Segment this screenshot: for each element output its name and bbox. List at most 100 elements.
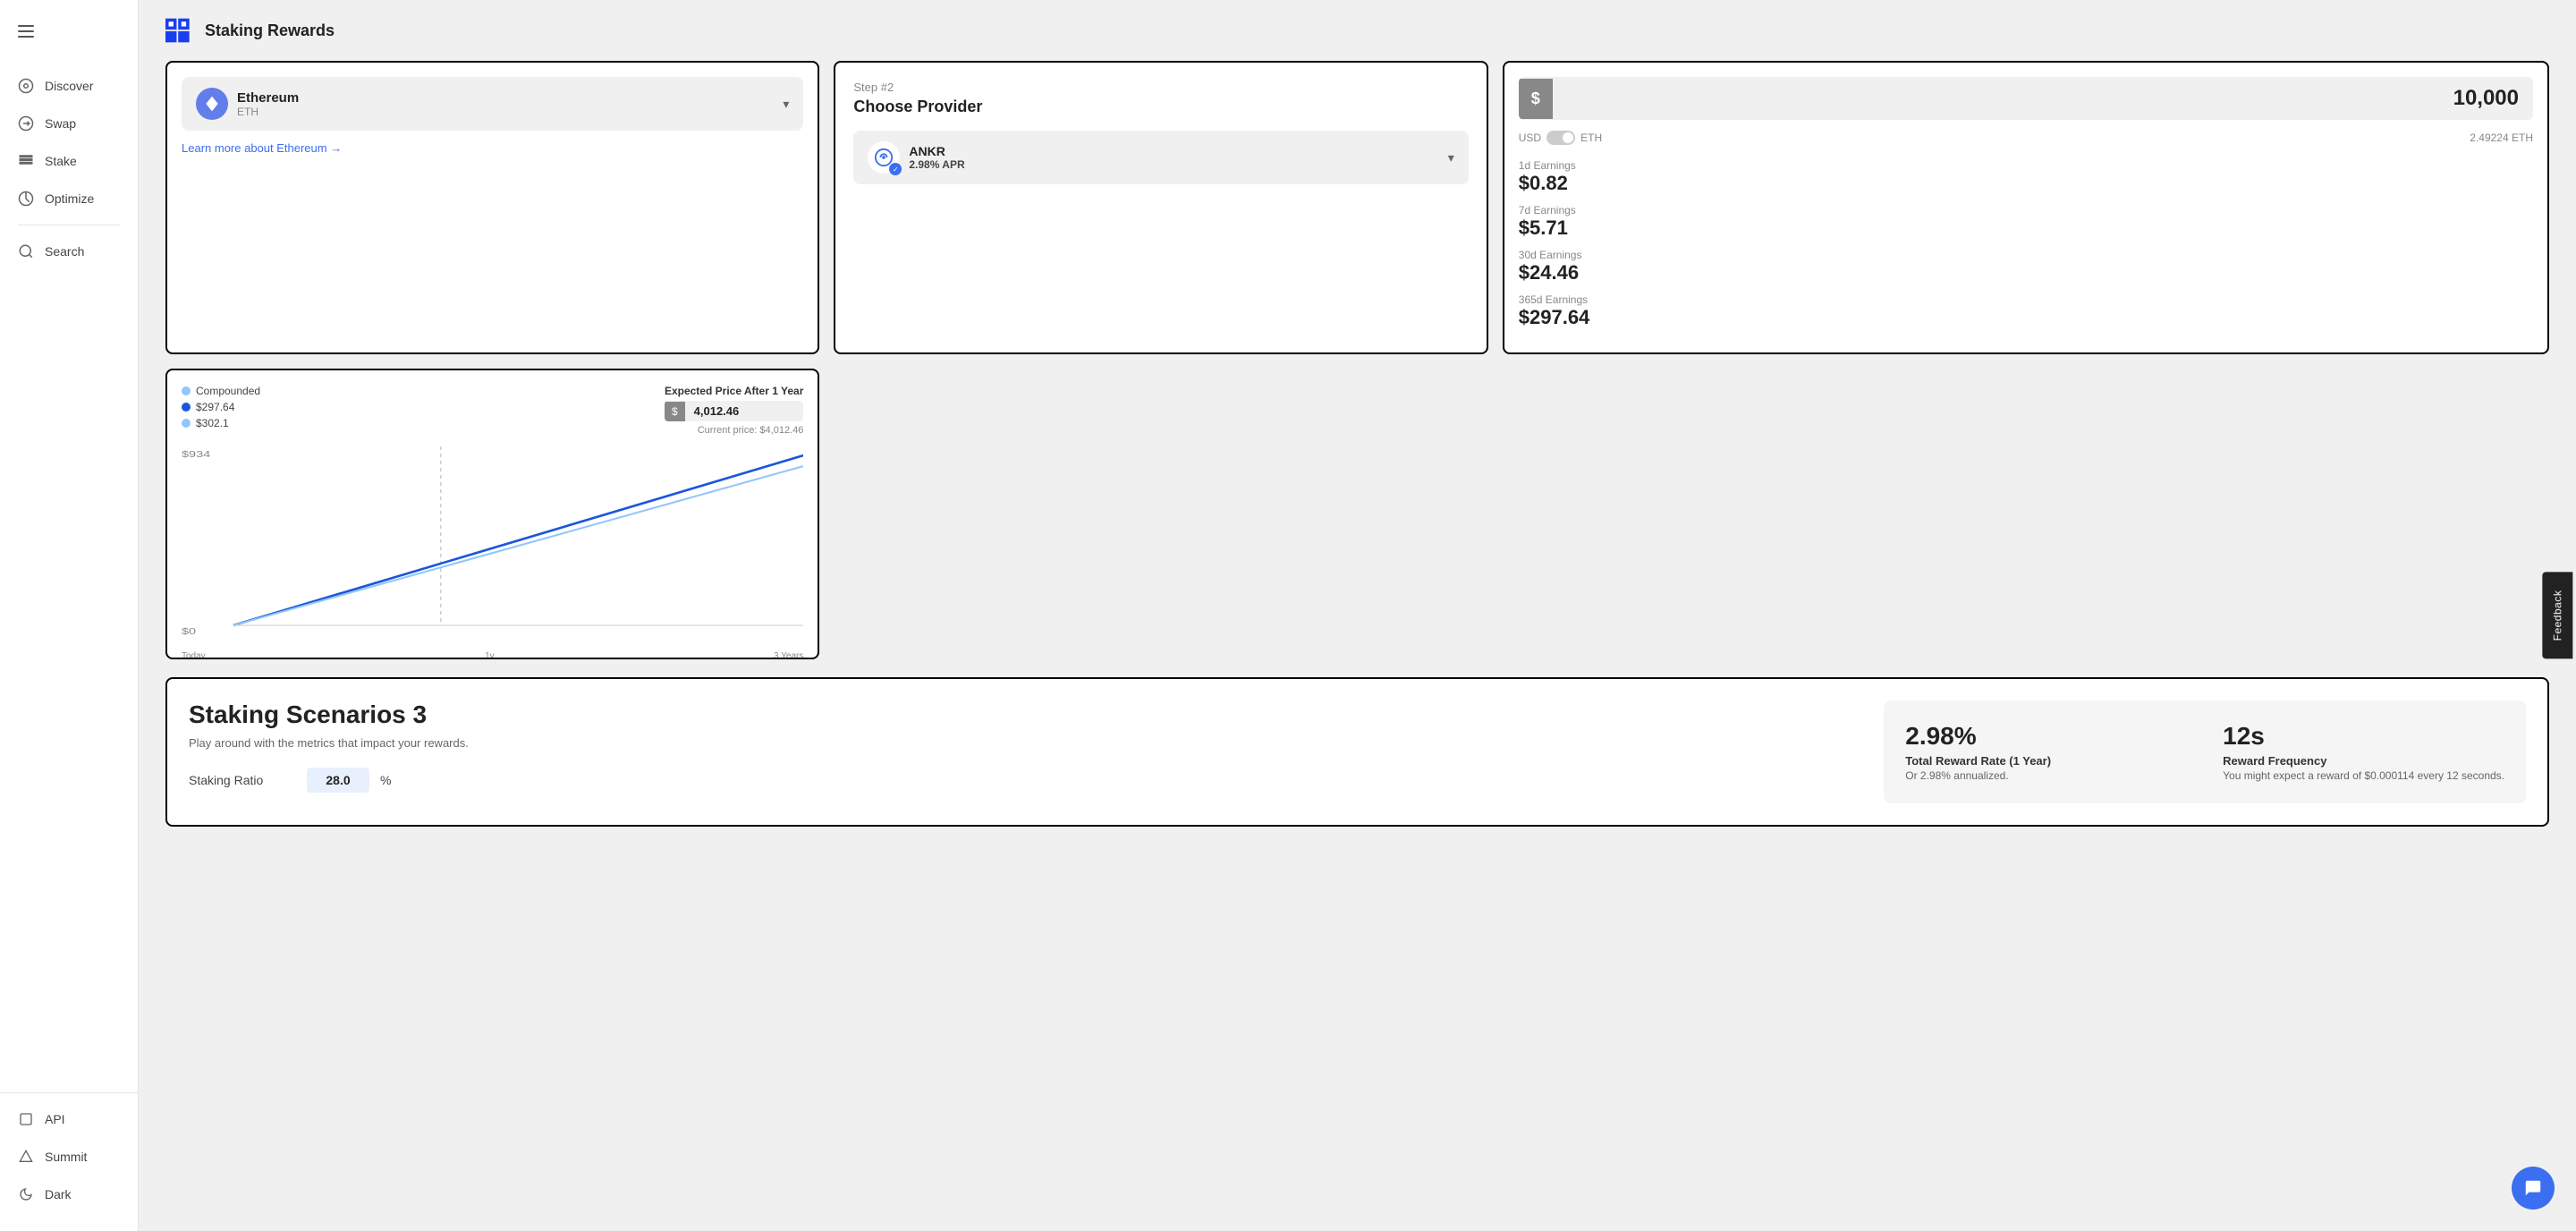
earnings-365d-value: $297.64 — [1519, 306, 2533, 329]
sidebar-item-dark[interactable]: Dark — [0, 1176, 138, 1213]
sidebar-label-discover: Discover — [45, 79, 93, 93]
api-icon — [18, 1111, 34, 1127]
sidebar-item-summit[interactable]: Summit — [0, 1138, 138, 1176]
chart-legend: Compounded $297.64 $302.1 — [182, 385, 260, 429]
provider-selector[interactable]: ✓ ANKR 2.98% APR ▾ — [853, 131, 1468, 184]
amount-input-row: $ 10,000 — [1519, 77, 2533, 120]
provider-chevron-icon: ▾ — [1448, 150, 1454, 166]
header: Staking Rewards — [139, 0, 2576, 61]
sidebar-item-api[interactable]: API — [0, 1100, 138, 1138]
metric-reward-freq-label: Reward Frequency — [2223, 754, 2504, 768]
sidebar-item-optimize[interactable]: Optimize — [0, 180, 138, 217]
scenarios-card: Staking Scenarios 3 Play around with the… — [165, 677, 2549, 827]
sidebar-label-search: Search — [45, 244, 84, 259]
eth-icon — [196, 88, 228, 120]
metric-reward-rate-label: Total Reward Rate (1 Year) — [1905, 754, 2187, 768]
scenarios-desc: Play around with the metrics that impact… — [189, 736, 1857, 750]
scenarios-metrics: 2.98% Total Reward Rate (1 Year) Or 2.98… — [1884, 700, 2526, 803]
metric-reward-freq-value: 12s — [2223, 722, 2504, 751]
staking-percent-label: % — [380, 773, 391, 787]
legend-dot-1 — [182, 403, 191, 412]
feedback-button[interactable]: Feedback — [2543, 573, 2573, 659]
svg-text:$934: $934 — [182, 449, 210, 459]
earnings-1d-value: $0.82 — [1519, 172, 2533, 195]
earnings-1d-label: 1d Earnings — [1519, 159, 2533, 172]
x-label-3y: 3 Years — [774, 651, 803, 659]
main-content: Staking Rewards Ethereum ETH ▾ — [139, 0, 2576, 1231]
asset-details: Ethereum ETH — [237, 90, 299, 118]
earnings-card: $ 10,000 USD ETH 2.49224 ETH 1d Earnings… — [1503, 61, 2549, 354]
dollar-badge: $ — [1519, 79, 1553, 119]
content-area: Ethereum ETH ▾ Learn more about Ethereum… — [139, 61, 2576, 853]
earnings-30d-label: 30d Earnings — [1519, 249, 2533, 261]
chart-header: Compounded $297.64 $302.1 Expected Price… — [182, 385, 803, 436]
sidebar-item-stake[interactable]: Stake — [0, 142, 138, 180]
sidebar-label-api: API — [45, 1112, 65, 1126]
legend-item-2: $302.1 — [182, 417, 260, 429]
legend-item-compounded: Compounded — [182, 385, 260, 397]
asset-info: Ethereum ETH — [196, 88, 299, 120]
search-icon — [18, 243, 34, 259]
asset-symbol: ETH — [237, 106, 299, 118]
metric-reward-rate: 2.98% Total Reward Rate (1 Year) Or 2.98… — [1905, 722, 2187, 782]
metric-reward-frequency: 12s Reward Frequency You might expect a … — [2223, 722, 2504, 782]
amount-value[interactable]: 10,000 — [1553, 77, 2533, 120]
sidebar-label-stake: Stake — [45, 154, 77, 168]
learn-more-link[interactable]: Learn more about Ethereum → — [182, 141, 803, 155]
cards-row: Ethereum ETH ▾ Learn more about Ethereum… — [165, 61, 2549, 659]
asset-selector[interactable]: Ethereum ETH ▾ — [182, 77, 803, 131]
stake-icon — [18, 153, 34, 169]
discover-icon — [18, 78, 34, 94]
scenarios-left: Staking Scenarios 3 Play around with the… — [189, 700, 1857, 793]
metric-reward-rate-value: 2.98% — [1905, 722, 2187, 751]
eth-label: ETH — [1580, 132, 1602, 144]
currency-toggle[interactable] — [1546, 131, 1575, 145]
step1-card: Ethereum ETH ▾ Learn more about Ethereum… — [165, 61, 819, 354]
x-label-1y: 1y — [485, 651, 495, 659]
earnings-7d: 7d Earnings $5.71 — [1519, 204, 2533, 240]
provider-info: ✓ ANKR 2.98% APR — [868, 141, 964, 174]
staking-ratio-input[interactable] — [307, 768, 369, 793]
chart-x-labels: Today 1y 3 Years — [182, 651, 803, 659]
earnings-chart: $934 $0 — [182, 446, 803, 643]
price-input-box[interactable]: $ 4,012.46 — [665, 401, 803, 421]
price-dollar-sign: $ — [665, 402, 685, 421]
sidebar-item-discover[interactable]: Discover — [0, 67, 138, 105]
earnings-7d-value: $5.71 — [1519, 216, 2533, 240]
swap-icon — [18, 115, 34, 132]
x-label-today: Today — [182, 651, 206, 659]
sidebar-item-swap[interactable]: Swap — [0, 105, 138, 142]
compounded-label: Compounded — [196, 385, 260, 397]
chart-area: $934 $0 Today 1y 3 Years — [182, 446, 803, 643]
sidebar-label-summit: Summit — [45, 1150, 87, 1164]
chat-button[interactable] — [2512, 1167, 2555, 1210]
provider-apr: 2.98% APR — [909, 158, 964, 171]
step2-label: Step #2 — [853, 81, 1468, 94]
provider-details: ANKR 2.98% APR — [909, 144, 964, 171]
verified-badge: ✓ — [889, 163, 902, 175]
earnings-30d-value: $24.46 — [1519, 261, 2533, 284]
staking-ratio-row: Staking Ratio % — [189, 768, 1857, 793]
sidebar-bottom: API Summit Dark — [0, 1092, 138, 1213]
scenarios-title: Staking Scenarios 3 — [189, 700, 1857, 729]
usd-label: USD — [1519, 132, 1541, 144]
sidebar-item-search[interactable]: Search — [0, 233, 138, 270]
summit-icon — [18, 1149, 34, 1165]
earnings-365d-label: 365d Earnings — [1519, 293, 2533, 306]
earnings-30d: 30d Earnings $24.46 — [1519, 249, 2533, 284]
sidebar-nav: Discover Swap Stake Optimize Search — [0, 67, 138, 1092]
earnings-365d: 365d Earnings $297.64 — [1519, 293, 2533, 329]
logo-icon — [165, 18, 194, 43]
sidebar-toggle-button[interactable] — [0, 18, 52, 49]
legend-value-1: $297.64 — [196, 401, 234, 413]
legend-dot-2 — [182, 419, 191, 428]
compounded-dot — [182, 386, 191, 395]
sidebar: Discover Swap Stake Optimize Search — [0, 0, 139, 1231]
legend-item-1: $297.64 — [182, 401, 260, 413]
step2-title: Choose Provider — [853, 98, 1468, 116]
sidebar-label-dark: Dark — [45, 1187, 72, 1201]
legend-value-2: $302.1 — [196, 417, 229, 429]
provider-name: ANKR — [909, 144, 964, 158]
current-price-label: Current price: $4,012.46 — [665, 425, 803, 436]
asset-chevron-icon: ▾ — [783, 97, 789, 112]
